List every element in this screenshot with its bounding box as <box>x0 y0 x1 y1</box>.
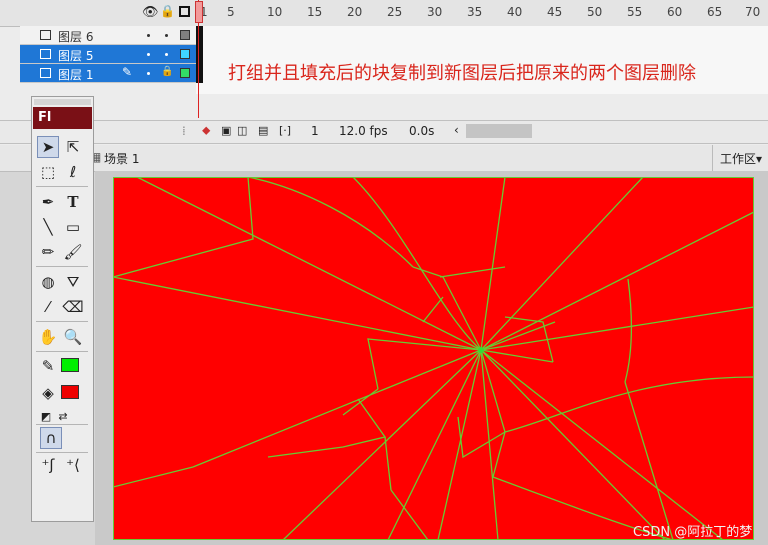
frame-tick: 25 <box>387 5 403 19</box>
divider <box>36 424 88 425</box>
timeline-header: 👁 🔒 1 5 10 15 20 25 30 35 40 45 50 55 60 65 70 <box>0 0 768 27</box>
modify-markers-icon[interactable]: [·] <box>279 124 291 137</box>
playhead[interactable] <box>195 1 203 23</box>
visibility-toggle[interactable] <box>147 72 150 75</box>
lock-icon[interactable]: 🔒 <box>161 66 173 77</box>
straighten-icon[interactable]: ⁺⟨ <box>62 454 84 476</box>
line-tool-icon[interactable]: ╲ <box>37 216 59 238</box>
edit-multiple-icon[interactable]: ▤ <box>258 124 268 137</box>
frame-tick: 30 <box>427 5 443 19</box>
onion-skin-icon[interactable]: ▣ <box>221 124 231 137</box>
outline-color-swatch[interactable] <box>180 30 190 40</box>
onion-outline-icon[interactable]: ◫ <box>237 124 247 137</box>
eraser-tool-icon[interactable]: ⌫ <box>62 296 84 318</box>
lock-toggle[interactable] <box>165 53 168 56</box>
divider <box>36 351 88 352</box>
frame-tick: 45 <box>547 5 563 19</box>
smooth-icon[interactable]: ⁺ʃ <box>37 454 59 476</box>
snap-magnet-icon[interactable]: ∩ <box>40 427 62 449</box>
layer-row[interactable]: 图层 1 ✎ 🔒 <box>20 64 196 83</box>
current-frame: 1 <box>311 124 319 138</box>
frame-tick: 50 <box>587 5 603 19</box>
stroke-color-swatch[interactable] <box>61 358 79 372</box>
timeline-statusbar: ⁞ ⬥ ▣ ◫ ▤ [·] 1 12.0 fps 0.0s ‹ <box>0 120 768 144</box>
ink-bottle-tool-icon[interactable]: ◍ <box>37 271 59 293</box>
lasso-tool-icon[interactable]: ℓ <box>62 161 84 183</box>
outline-color-swatch[interactable] <box>180 68 190 78</box>
text-tool-icon[interactable]: T <box>62 191 84 213</box>
layer-row[interactable]: 图层 6 <box>20 26 196 45</box>
frame-tick: 65 <box>707 5 723 19</box>
frame-tick: 55 <box>627 5 643 19</box>
visibility-toggle[interactable] <box>147 34 150 37</box>
scene-name[interactable]: 场景 1 <box>104 150 139 167</box>
frame-tick: 10 <box>267 5 283 19</box>
panel-grip[interactable] <box>34 99 91 105</box>
frame-rate[interactable]: 12.0 fps <box>339 124 388 138</box>
zoom-tool-icon[interactable]: 🔍 <box>62 326 84 348</box>
timeline-scrollbar[interactable] <box>466 124 532 138</box>
watermark: CSDN @阿拉丁的梦 <box>633 525 753 540</box>
elapsed-time: 0.0s <box>409 124 435 138</box>
center-frame-icon[interactable]: ⬥ <box>202 123 210 138</box>
frame-tick: 5 <box>227 5 235 19</box>
eye-icon[interactable]: 👁 <box>142 5 159 20</box>
frame-tick: 40 <box>507 5 523 19</box>
editing-pencil-icon: ✎ <box>122 65 133 79</box>
pencil-tool-icon[interactable]: ✏ <box>37 241 59 263</box>
fill-color-swatch[interactable] <box>61 385 79 399</box>
scene-bar: ▦ 场景 1 工作区▾ <box>0 145 768 172</box>
rectangle-tool-icon[interactable]: ▭ <box>62 216 84 238</box>
outline-icon[interactable] <box>179 6 190 17</box>
frame-tick: 35 <box>467 5 483 19</box>
visibility-toggle[interactable] <box>147 53 150 56</box>
divider <box>36 321 88 322</box>
free-transform-tool-icon[interactable]: ⬚ <box>37 161 59 183</box>
brush-tool-icon[interactable]: 🖌 <box>62 241 84 263</box>
timeline-panel: 👁 🔒 1 5 10 15 20 25 30 35 40 45 50 55 60 65 70 图层 6 图层 … <box>0 0 768 145</box>
hand-tool-icon[interactable]: ✋ <box>37 326 59 348</box>
divider <box>712 145 713 171</box>
stage-canvas[interactable] <box>113 177 754 540</box>
layer-icon <box>40 49 51 59</box>
annotation-text: 打组并且填充后的块复制到新图层后把原来的两个图层删除 <box>228 63 696 84</box>
subselection-tool-icon[interactable]: ⇱ <box>62 136 84 158</box>
frame-tick: 70 <box>745 5 761 19</box>
divider <box>36 266 88 267</box>
layer-name[interactable]: 图层 6 <box>58 28 93 45</box>
center-point <box>478 347 484 353</box>
outline-color-swatch[interactable] <box>180 49 190 59</box>
workspace-menu[interactable]: 工作区▾ <box>720 150 762 167</box>
layer-name[interactable]: 图层 1 <box>58 66 93 83</box>
layer-icon <box>40 68 51 78</box>
pen-tool-icon[interactable]: ✒ <box>37 191 59 213</box>
selection-tool-icon[interactable]: ➤ <box>37 136 59 158</box>
flash-logo: Fl <box>33 107 92 129</box>
frame-tick: 60 <box>667 5 683 19</box>
scroll-left-icon[interactable]: ‹ <box>454 123 459 137</box>
divider <box>36 186 88 187</box>
divider <box>36 452 88 453</box>
frame-tick: 15 <box>307 5 323 19</box>
stroke-color-icon: ✎ <box>41 357 55 375</box>
layer-name[interactable]: 图层 5 <box>58 47 93 64</box>
layer-icon <box>40 30 51 40</box>
paint-bucket-tool-icon[interactable]: ⛛ <box>62 271 84 293</box>
lock-icon[interactable]: 🔒 <box>160 4 175 18</box>
eyedropper-tool-icon[interactable]: ⁄ <box>37 296 59 318</box>
frame-tick: 20 <box>347 5 363 19</box>
splitter-icon[interactable]: ⁞ <box>182 124 186 138</box>
shattered-shape[interactable] <box>113 177 754 540</box>
layer-row[interactable]: 图层 5 <box>20 45 196 64</box>
fill-color-icon: ◈ <box>42 384 54 402</box>
lock-toggle[interactable] <box>165 34 168 37</box>
